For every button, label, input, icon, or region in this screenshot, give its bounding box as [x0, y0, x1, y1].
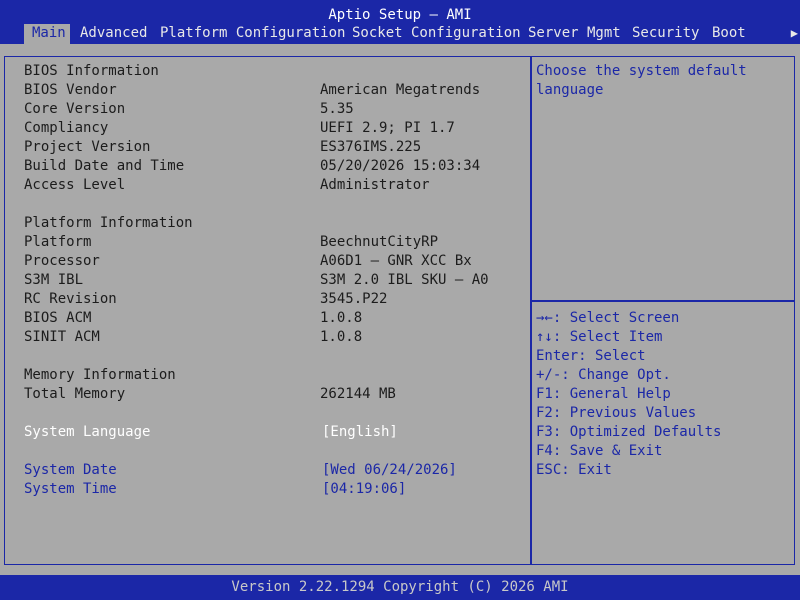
- help-keys-divider: [532, 300, 795, 302]
- system-language-label[interactable]: System Language: [24, 423, 150, 442]
- version-footer: Version 2.22.1294 Copyright (C) 2026 AMI: [231, 579, 569, 595]
- status-bar: Version 2.22.1294 Copyright (C) 2026 AMI: [0, 575, 800, 600]
- tab-server-mgmt[interactable]: Server Mgmt: [528, 24, 621, 44]
- project-version-label: Project Version: [24, 139, 151, 155]
- platform-label: Platform: [24, 234, 92, 250]
- system-time-field[interactable]: [04:19:06]: [322, 480, 406, 499]
- total-memory-value: 262144 MB: [320, 386, 396, 402]
- bios-setup-screen: Aptio Setup – AMI Main Advanced Platform…: [0, 0, 800, 600]
- help-key-f2: F2: Previous Values: [536, 405, 697, 421]
- sinit-acm-label: SINIT ACM: [24, 329, 100, 345]
- help-key-select-item: ↑↓: Select Item: [536, 329, 663, 345]
- help-description-line-2: language: [536, 82, 604, 98]
- tab-security[interactable]: Security: [632, 24, 699, 44]
- bios-acm-label: BIOS ACM: [24, 310, 92, 326]
- tab-scroll-right-icon[interactable]: ▶: [791, 24, 798, 43]
- compliancy-value: UEFI 2.9; PI 1.7: [320, 120, 455, 136]
- memory-info-heading: Memory Information: [24, 367, 176, 383]
- help-key-esc: ESC: Exit: [536, 462, 612, 478]
- platform-value: BeechnutCityRP: [320, 234, 439, 250]
- tab-socket-configuration[interactable]: Socket Configuration: [352, 24, 521, 44]
- core-version-label: Core Version: [24, 101, 126, 117]
- help-description-line-1: Choose the system default: [536, 63, 747, 79]
- help-key-f4: F4: Save & Exit: [536, 443, 663, 459]
- help-panel-divider: [530, 56, 532, 565]
- build-date-label: Build Date and Time: [24, 158, 185, 174]
- build-date-value: 05/20/2026 15:03:34: [320, 158, 481, 174]
- core-version-value: 5.35: [320, 101, 354, 117]
- system-time-label[interactable]: System Time: [24, 480, 117, 499]
- rc-revision-value: 3545.P22: [320, 291, 388, 307]
- sinit-acm-value: 1.0.8: [320, 329, 363, 345]
- compliancy-label: Compliancy: [24, 120, 109, 136]
- access-level-label: Access Level: [24, 177, 126, 193]
- help-key-f3: F3: Optimized Defaults: [536, 424, 722, 440]
- system-date-field[interactable]: [Wed 06/24/2026]: [322, 461, 457, 480]
- bios-vendor-label: BIOS Vendor: [24, 82, 117, 98]
- project-version-value: ES376IMS.225: [320, 139, 422, 155]
- help-key-f1: F1: General Help: [536, 386, 671, 402]
- processor-label: Processor: [24, 253, 100, 269]
- bios-info-heading: BIOS Information: [24, 63, 159, 79]
- rc-revision-label: RC Revision: [24, 291, 117, 307]
- tab-platform-configuration[interactable]: Platform Configuration: [160, 24, 345, 44]
- title-bar: Aptio Setup – AMI Main Advanced Platform…: [0, 0, 800, 44]
- tab-boot[interactable]: Boot: [712, 24, 746, 44]
- window-title: Aptio Setup – AMI: [328, 7, 472, 23]
- help-key-enter: Enter: Select: [536, 348, 646, 364]
- bios-acm-value: 1.0.8: [320, 310, 363, 326]
- help-key-change-opt: +/-: Change Opt.: [536, 367, 671, 383]
- bios-vendor-value: American Megatrends: [320, 82, 481, 98]
- processor-value: A06D1 – GNR XCC Bx: [320, 253, 472, 269]
- tab-main[interactable]: Main: [24, 24, 70, 44]
- s3m-ibl-value: S3M 2.0 IBL SKU – A0: [320, 272, 489, 288]
- total-memory-label: Total Memory: [24, 386, 126, 402]
- tab-advanced[interactable]: Advanced: [80, 24, 147, 44]
- s3m-ibl-label: S3M IBL: [24, 272, 84, 288]
- system-language-select[interactable]: [English]: [322, 423, 398, 442]
- access-level-value: Administrator: [320, 177, 430, 193]
- system-date-label[interactable]: System Date: [24, 461, 117, 480]
- help-key-select-screen: →←: Select Screen: [536, 310, 680, 326]
- platform-info-heading: Platform Information: [24, 215, 193, 231]
